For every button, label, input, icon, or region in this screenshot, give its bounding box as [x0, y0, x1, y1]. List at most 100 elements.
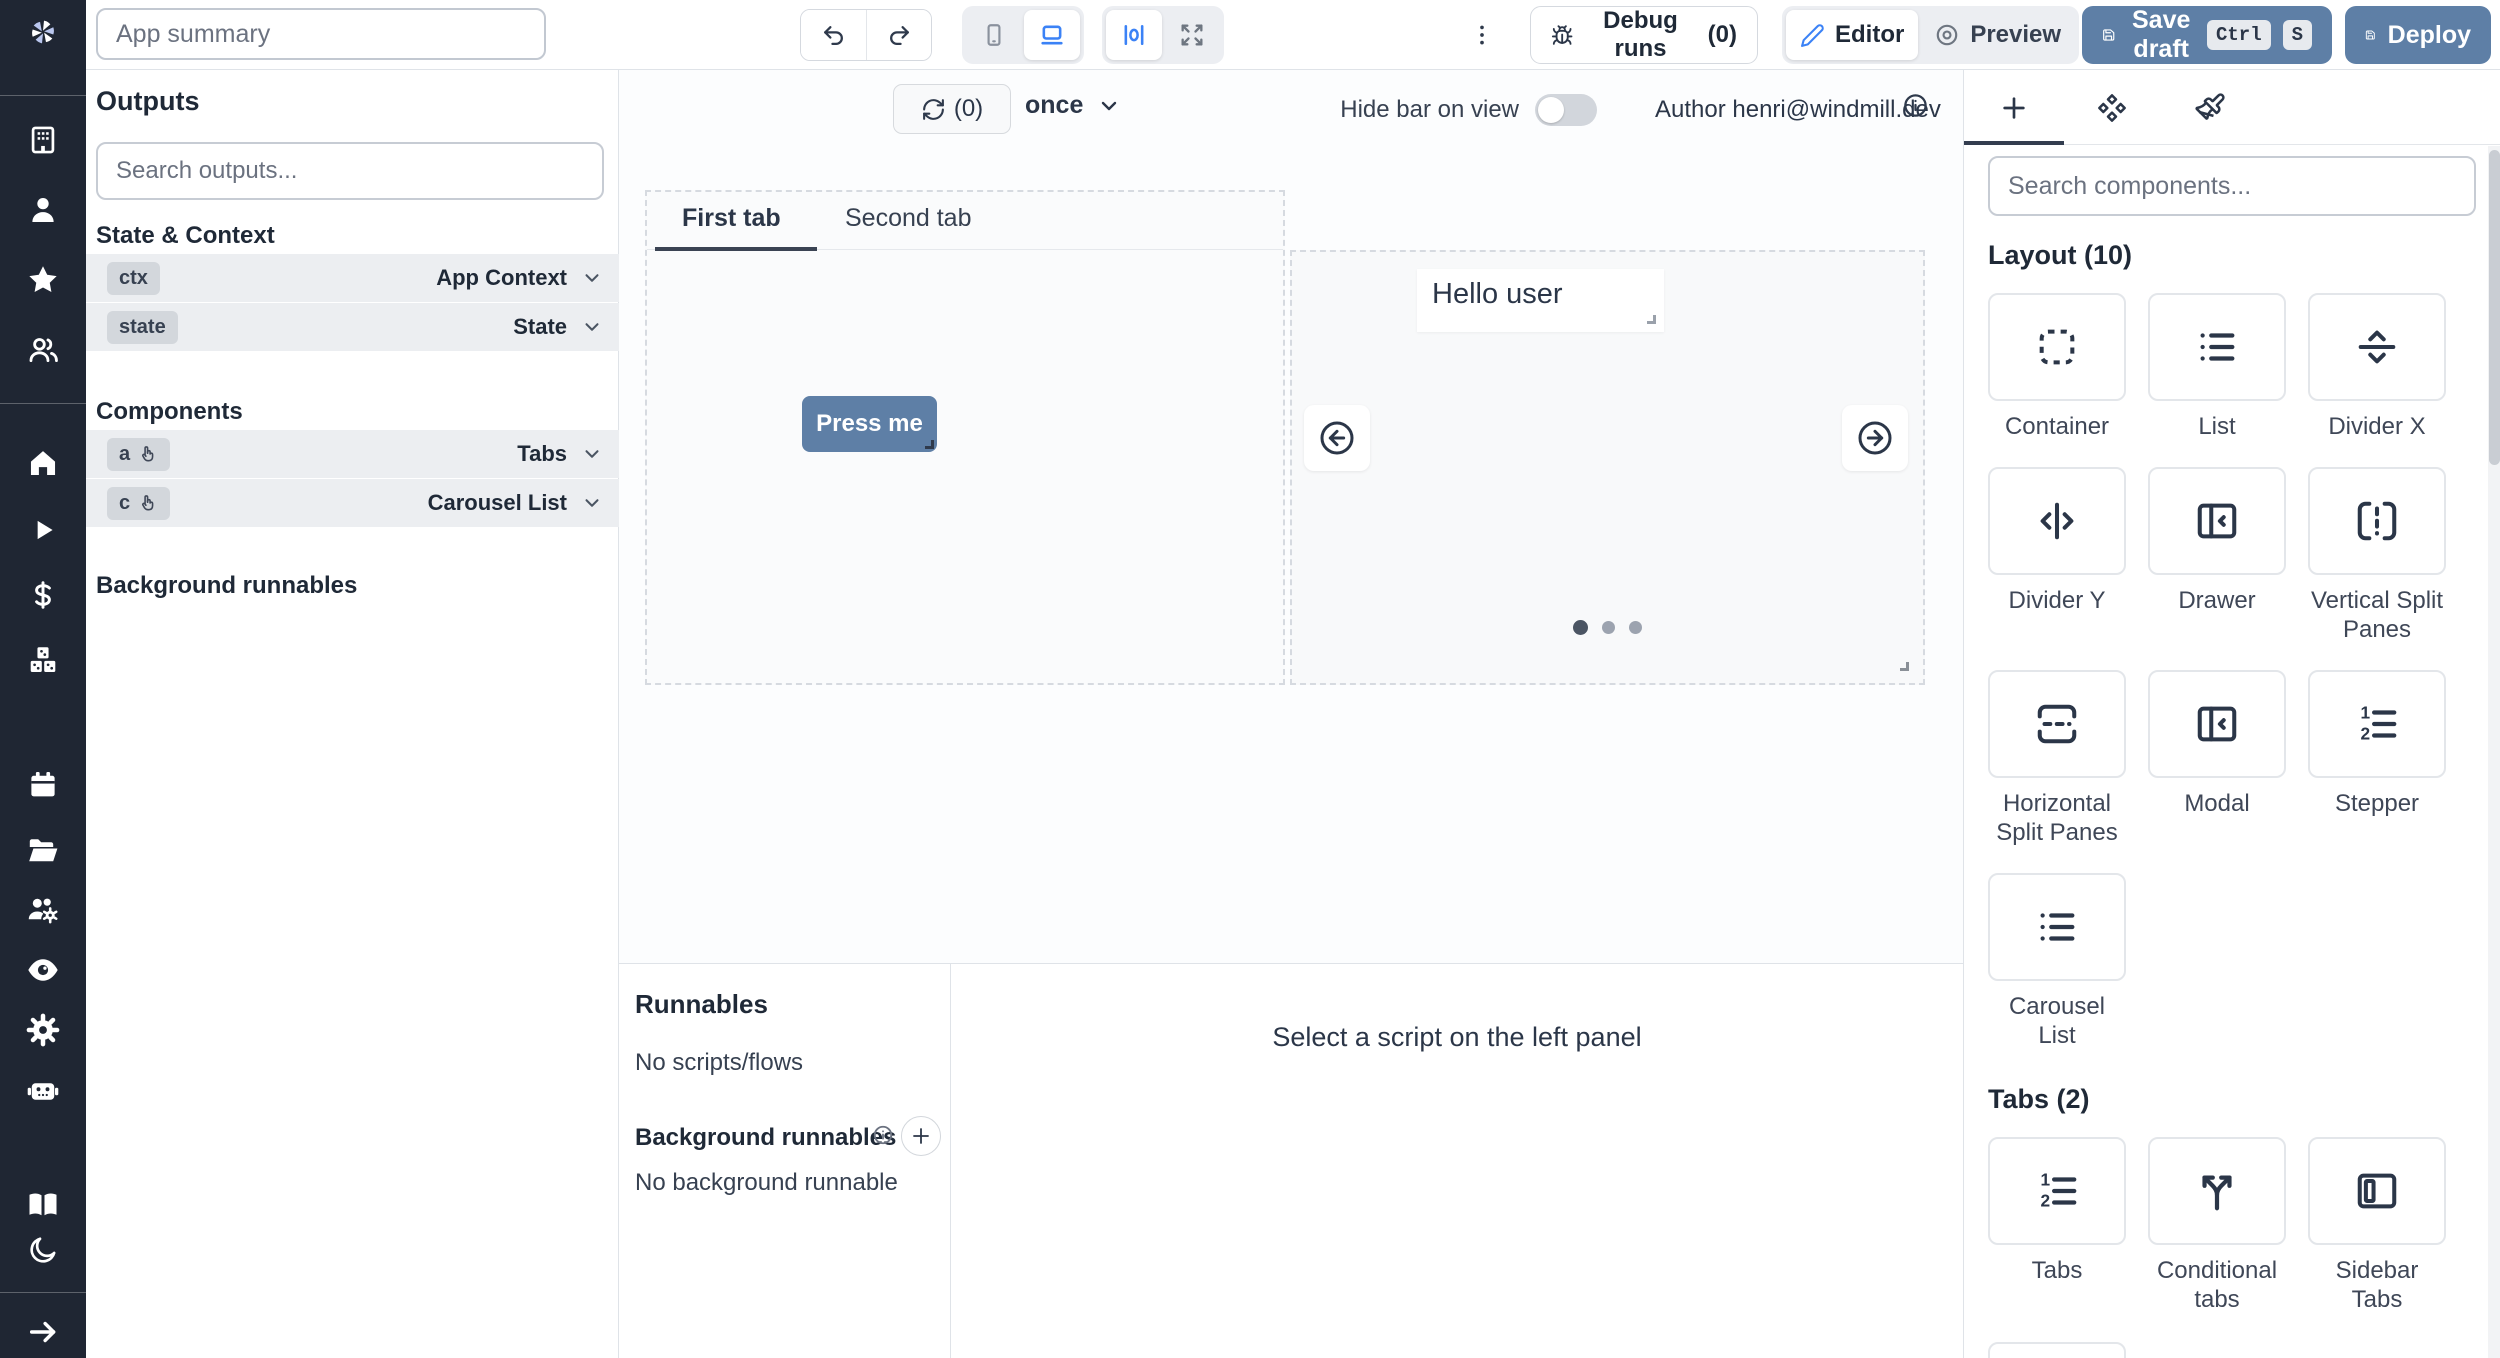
hide-bar-toggle[interactable] [1535, 94, 1597, 126]
debug-runs-count: (0) [1708, 21, 1737, 49]
output-row-ctx[interactable]: ctx App Context [86, 254, 619, 302]
runs-play-icon[interactable] [23, 510, 63, 550]
component-id-badge: c [107, 487, 170, 520]
output-row-state[interactable]: state State [86, 303, 619, 351]
refresh-button[interactable]: (0) [893, 84, 1011, 134]
outputs-title: Outputs [96, 86, 199, 117]
component-card-sidebar-tabs[interactable]: Sidebar Tabs [2308, 1137, 2446, 1314]
center-canvas-button[interactable] [1106, 10, 1162, 60]
tabs-component[interactable]: First tab Second tab Press me [645, 190, 1285, 685]
debug-runs-button[interactable]: Debug runs (0) [1530, 6, 1758, 64]
state-context-title: State & Context [96, 222, 275, 250]
chevron-down-icon [1097, 94, 1121, 118]
carousel-dot[interactable] [1602, 621, 1615, 634]
editor-tab[interactable]: Editor [1786, 10, 1918, 60]
resize-handle[interactable] [1900, 662, 1909, 671]
resize-handle[interactable] [925, 440, 934, 449]
desktop-view-button[interactable] [1024, 10, 1080, 60]
component-card-divider-y[interactable]: Divider Y [1988, 467, 2126, 644]
carousel-list-icon [2034, 904, 2080, 950]
carousel-dot-active[interactable] [1573, 620, 1588, 635]
component-card-container[interactable]: Container [1988, 293, 2126, 441]
background-runnables-title: Background runnables [96, 572, 357, 600]
deploy-button[interactable]: Deploy [2345, 6, 2491, 64]
windmill-logo-icon[interactable] [23, 12, 63, 52]
more-menu-button[interactable] [1462, 11, 1502, 59]
users-group-icon[interactable] [23, 330, 63, 370]
docs-book-icon[interactable] [23, 1185, 63, 1225]
workspace-icon[interactable] [23, 120, 63, 160]
run-mode-dropdown[interactable]: once [1025, 91, 1121, 120]
insert-component-tab[interactable] [1996, 90, 2032, 126]
chevron-down-icon[interactable] [581, 267, 603, 289]
component-card-carousel-list[interactable]: Carousel List [1988, 873, 2126, 1050]
collapse-arrow-right-icon[interactable] [23, 1312, 63, 1352]
kebab-menu-icon [1469, 22, 1495, 48]
search-components-input[interactable] [1988, 156, 2476, 216]
component-card-divider-x[interactable]: Divider X [2308, 293, 2446, 441]
undo-button[interactable] [801, 10, 866, 60]
tab-second[interactable]: Second tab [845, 204, 972, 233]
chevron-down-icon[interactable] [581, 316, 603, 338]
rail-divider [0, 95, 86, 96]
info-icon[interactable] [1902, 92, 1929, 119]
component-card-vertical-split[interactable]: Vertical Split Panes [2308, 467, 2446, 644]
component-card-modal[interactable]: Modal [2148, 670, 2286, 847]
press-me-button[interactable]: Press me [802, 396, 937, 452]
save-draft-label: Save draft [2127, 6, 2195, 64]
tab-first[interactable]: First tab [682, 204, 781, 233]
user-icon[interactable] [23, 190, 63, 230]
output-id-badge: state [107, 311, 178, 344]
info-icon[interactable] [872, 1124, 894, 1146]
component-card-conditional-tabs[interactable]: Conditional tabs [2148, 1137, 2286, 1314]
groups-admin-icon[interactable] [23, 890, 63, 930]
variables-dollar-icon[interactable] [23, 575, 63, 615]
component-card-invisible-tabs[interactable] [1988, 1342, 2126, 1358]
deploy-save-icon [2365, 23, 2376, 47]
component-card-tabs[interactable]: 12 Tabs [1988, 1137, 2126, 1314]
carousel-component[interactable]: Hello user [1290, 250, 1925, 685]
preview-tab[interactable]: Preview [1920, 10, 2075, 60]
folders-icon[interactable] [23, 830, 63, 870]
component-card-list[interactable]: List [2148, 293, 2286, 441]
dark-mode-moon-icon[interactable] [23, 1230, 63, 1270]
eye-icon[interactable] [23, 950, 63, 990]
runnables-list: Runnables No scripts/flows Background ru… [619, 964, 951, 1358]
theme-tab[interactable] [2192, 90, 2228, 126]
component-card-drawer[interactable]: Drawer [2148, 467, 2286, 644]
resize-handle[interactable] [1647, 315, 1656, 324]
carousel-next-button[interactable] [1842, 405, 1908, 471]
app-summary-input[interactable] [96, 8, 546, 60]
output-row-component-c[interactable]: c Carousel List [86, 479, 619, 527]
modal-icon [2194, 701, 2240, 747]
add-background-runnable-button[interactable] [901, 1116, 941, 1156]
robot-icon[interactable] [23, 1070, 63, 1110]
refresh-count: (0) [954, 95, 983, 123]
redo-icon [887, 23, 912, 48]
text-component[interactable]: Hello user [1417, 269, 1664, 332]
chevron-down-icon[interactable] [581, 443, 603, 465]
carousel-dot[interactable] [1629, 621, 1642, 634]
gear-icon[interactable] [23, 1010, 63, 1050]
component-type-label: Tabs [517, 441, 567, 467]
outputs-panel: Outputs State & Context ctx App Context … [86, 70, 619, 1358]
component-card-horizontal-split[interactable]: Horizontal Split Panes [1988, 670, 2126, 847]
settings-component-tab[interactable] [2094, 90, 2130, 126]
star-icon[interactable] [23, 260, 63, 300]
redo-button[interactable] [866, 10, 931, 60]
layout-components-grid: Container List Divider X Divider Y Drawe… [1988, 293, 2450, 1050]
svg-text:2: 2 [2361, 723, 2371, 743]
component-card-stepper[interactable]: 12 Stepper [2308, 670, 2446, 847]
expand-canvas-button[interactable] [1164, 10, 1220, 60]
carousel-prev-button[interactable] [1304, 405, 1370, 471]
search-outputs-input[interactable] [96, 142, 604, 200]
mobile-view-button[interactable] [966, 10, 1022, 60]
home-icon[interactable] [23, 443, 63, 483]
scrollbar-thumb[interactable] [2489, 150, 2500, 465]
chevron-down-icon[interactable] [581, 492, 603, 514]
resources-boxes-icon[interactable] [23, 640, 63, 680]
plus-icon [1998, 92, 2030, 124]
output-row-component-a[interactable]: a Tabs [86, 430, 619, 478]
schedules-calendar-icon[interactable] [23, 765, 63, 805]
save-draft-button[interactable]: Save draft Ctrl S [2082, 6, 2332, 64]
